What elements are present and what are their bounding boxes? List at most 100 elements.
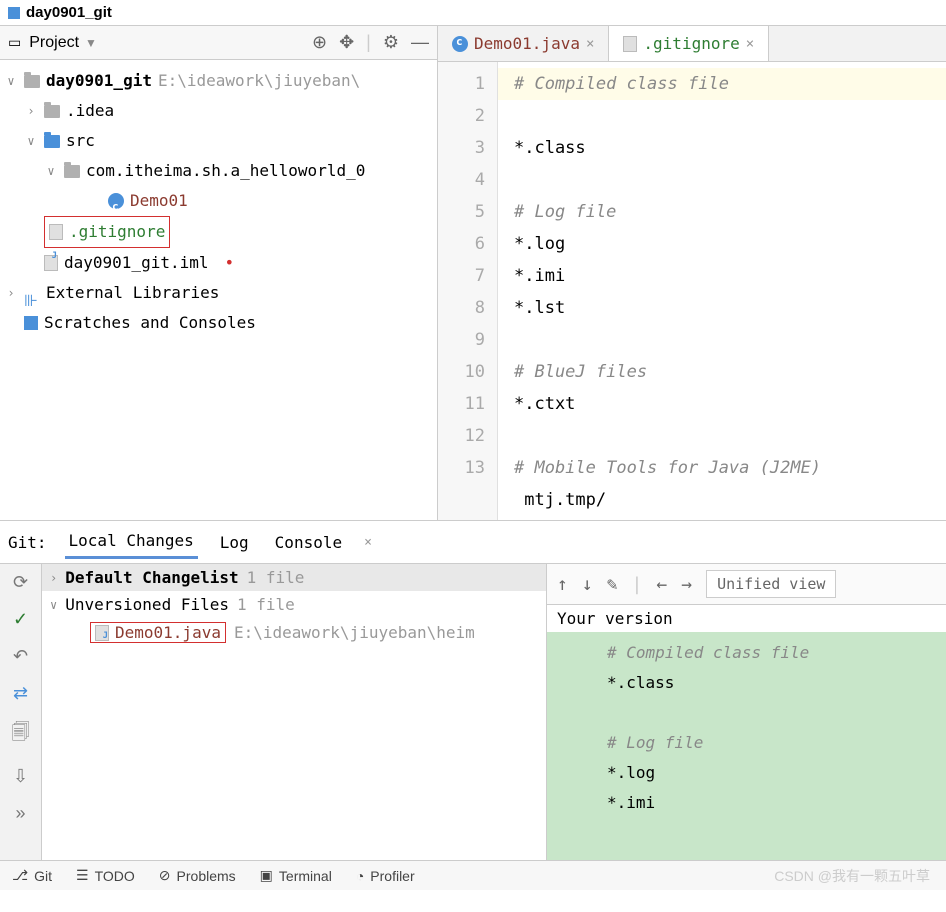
changelist-count: 1 file — [247, 568, 305, 587]
tree-item-gitignore[interactable]: .gitignore — [0, 216, 437, 248]
tree-item-scratches[interactable]: Scratches and Consoles — [0, 308, 437, 338]
code-area[interactable]: # Compiled class file *.class # Log file… — [498, 62, 946, 520]
gutter: 12345678910111213 — [438, 62, 498, 520]
bottom-todo[interactable]: ☰TODO — [64, 863, 147, 888]
file-icon — [44, 255, 58, 271]
tab-console[interactable]: Console — [271, 527, 346, 558]
git-panel: Git: Local Changes Log Console × ⟳ ✓ ↶ ⇄… — [0, 520, 946, 860]
forward-icon[interactable]: → — [681, 574, 692, 595]
editor-panel: Demo01.java × .gitignore × 1234567891011… — [438, 26, 946, 520]
library-icon — [24, 286, 40, 300]
branch-icon — [12, 867, 28, 884]
refresh-icon[interactable]: ⟳ — [13, 572, 28, 593]
main-split: ▭ Project ▼ ⊕ ✥ | ⚙ — ∨ day0901_git E:\i… — [0, 25, 946, 520]
project-title[interactable]: Project — [29, 34, 79, 52]
prev-change-icon[interactable]: ↑ — [557, 574, 568, 595]
window-title: day0901_git — [26, 4, 112, 21]
chevron-down-icon[interactable]: ∨ — [24, 126, 38, 156]
file-icon — [49, 224, 63, 240]
your-version-label: Your version — [547, 605, 946, 632]
title-bar: day0901_git — [0, 0, 946, 25]
editor-body[interactable]: 12345678910111213 # Compiled class file … — [438, 62, 946, 520]
hide-icon[interactable]: — — [411, 32, 429, 53]
unversioned-files[interactable]: ∨ Unversioned Files 1 file — [42, 591, 546, 618]
tree-root[interactable]: ∨ day0901_git E:\ideawork\jiuyeban\ — [0, 66, 437, 96]
tree-item-external-libs[interactable]: › External Libraries — [0, 278, 437, 308]
tree-item-src[interactable]: ∨ src — [0, 126, 437, 156]
project-view-icon: ▭ — [8, 34, 21, 51]
tab-log[interactable]: Log — [216, 527, 253, 558]
git-changes[interactable]: › Default Changelist 1 file ∨ Unversione… — [42, 564, 546, 860]
shelve-icon[interactable]: 🗐 — [12, 720, 30, 750]
root-name: day0901_git — [46, 66, 152, 96]
gear-icon[interactable]: ⚙ — [383, 32, 399, 53]
modified-dot: • — [225, 248, 235, 278]
tab-demo01[interactable]: Demo01.java × — [438, 26, 609, 61]
label: .idea — [66, 96, 114, 126]
tree-item-iml[interactable]: day0901_git.iml • — [0, 248, 437, 278]
project-panel: ▭ Project ▼ ⊕ ✥ | ⚙ — ∨ day0901_git E:\i… — [0, 26, 438, 520]
terminal-icon: ▣ — [260, 867, 273, 884]
close-icon[interactable]: × — [586, 36, 594, 52]
expand-icon[interactable]: ✥ — [339, 32, 354, 53]
problems-icon: ⊘ — [159, 867, 171, 884]
git-sidebar: ⟳ ✓ ↶ ⇄ 🗐 ⇩ » — [0, 564, 42, 860]
tab-gitignore[interactable]: .gitignore × — [609, 26, 769, 61]
close-icon[interactable]: × — [746, 36, 754, 52]
tree-item-package[interactable]: ∨ com.itheima.sh.a_helloworld_0 — [0, 156, 437, 186]
bottom-problems[interactable]: ⊘Problems — [147, 863, 248, 888]
chevron-right-icon[interactable]: › — [24, 96, 38, 126]
label: src — [66, 126, 95, 156]
label: day0901_git.iml — [64, 248, 209, 278]
chevron-right-icon[interactable]: › — [50, 571, 57, 585]
download-icon[interactable]: ⇩ — [13, 766, 28, 787]
more-icon[interactable]: » — [15, 803, 25, 824]
project-tree[interactable]: ∨ day0901_git E:\ideawork\jiuyeban\ › .i… — [0, 60, 437, 344]
next-change-icon[interactable]: ↓ — [582, 574, 593, 595]
diff-panel: ↑ ↓ ✎ | ← → Unified view Your version # … — [546, 564, 946, 860]
chevron-down-icon[interactable]: ∨ — [44, 156, 58, 186]
file-icon — [623, 36, 637, 52]
bottom-git[interactable]: Git — [0, 863, 64, 888]
default-changelist[interactable]: › Default Changelist 1 file — [42, 564, 546, 591]
back-icon[interactable]: ← — [656, 574, 667, 595]
unversioned-label: Unversioned Files — [65, 595, 229, 614]
tree-item-demo[interactable]: Demo01 — [0, 186, 437, 216]
divider: | — [366, 32, 371, 53]
tab-label: .gitignore — [643, 34, 739, 53]
bottom-bar: Git ☰TODO ⊘Problems ▣Terminal ◔Profiler … — [0, 860, 946, 890]
close-icon[interactable]: × — [364, 535, 372, 550]
root-path: E:\ideawork\jiuyeban\ — [158, 66, 360, 96]
edit-icon[interactable]: ✎ — [607, 574, 618, 595]
label: Demo01 — [130, 186, 188, 216]
bottom-terminal[interactable]: ▣Terminal — [248, 863, 344, 888]
rollback-icon[interactable]: ↶ — [13, 646, 28, 667]
unversioned-count: 1 file — [237, 595, 295, 614]
folder-icon — [44, 135, 60, 148]
label: Scratches and Consoles — [44, 308, 256, 338]
watermark: CSDN @我有一颗五叶草 — [774, 866, 946, 886]
tab-local-changes[interactable]: Local Changes — [65, 525, 198, 559]
tree-item-idea[interactable]: › .idea — [0, 96, 437, 126]
chevron-right-icon[interactable]: › — [4, 278, 18, 308]
package-icon — [64, 165, 80, 178]
commit-icon[interactable]: ✓ — [13, 609, 28, 630]
diff-toolbar: ↑ ↓ ✎ | ← → Unified view — [547, 564, 946, 605]
changelist-label: Default Changelist — [65, 568, 238, 587]
bottom-profiler[interactable]: ◔Profiler — [344, 864, 427, 888]
dropdown-icon[interactable]: ▼ — [85, 36, 97, 50]
file-name: Demo01.java — [115, 623, 221, 642]
diff-icon[interactable]: ⇄ — [13, 683, 28, 704]
view-mode-button[interactable]: Unified view — [706, 570, 836, 598]
diff-body[interactable]: # Compiled class file*.class # Log file*… — [547, 632, 946, 860]
locate-icon[interactable]: ⊕ — [312, 32, 327, 53]
class-icon — [108, 193, 124, 209]
git-body: ⟳ ✓ ↶ ⇄ 🗐 ⇩ » › Default Changelist 1 fil… — [0, 564, 946, 860]
folder-icon — [24, 75, 40, 88]
chevron-down-icon[interactable]: ∨ — [50, 598, 57, 612]
folder-icon — [44, 105, 60, 118]
chevron-down-icon[interactable]: ∨ — [4, 66, 18, 96]
project-header: ▭ Project ▼ ⊕ ✥ | ⚙ — — [0, 26, 437, 60]
unversioned-file-row[interactable]: Demo01.java E:\ideawork\jiuyeban\heim — [42, 618, 546, 647]
editor-tabs: Demo01.java × .gitignore × — [438, 26, 946, 62]
